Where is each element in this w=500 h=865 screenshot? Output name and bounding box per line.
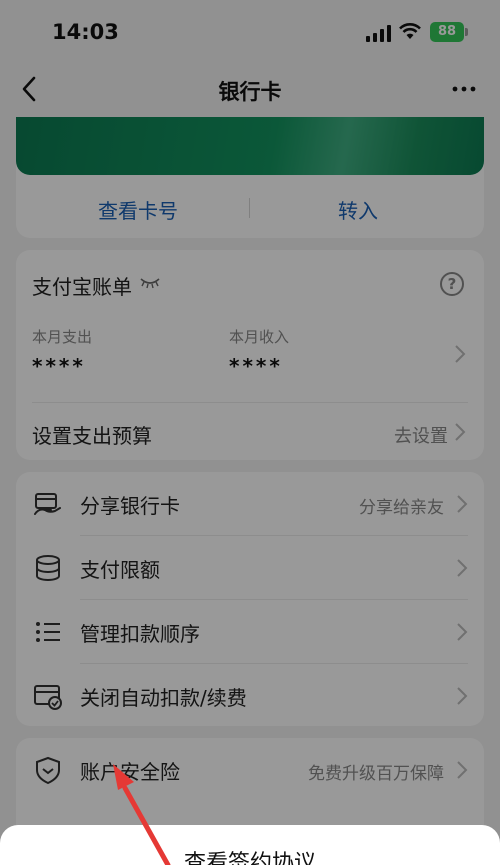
bottom-sheet: 查看签约协议: [0, 825, 500, 865]
modal-overlay[interactable]: [0, 0, 500, 865]
view-agreement-option[interactable]: 查看签约协议: [0, 845, 500, 865]
